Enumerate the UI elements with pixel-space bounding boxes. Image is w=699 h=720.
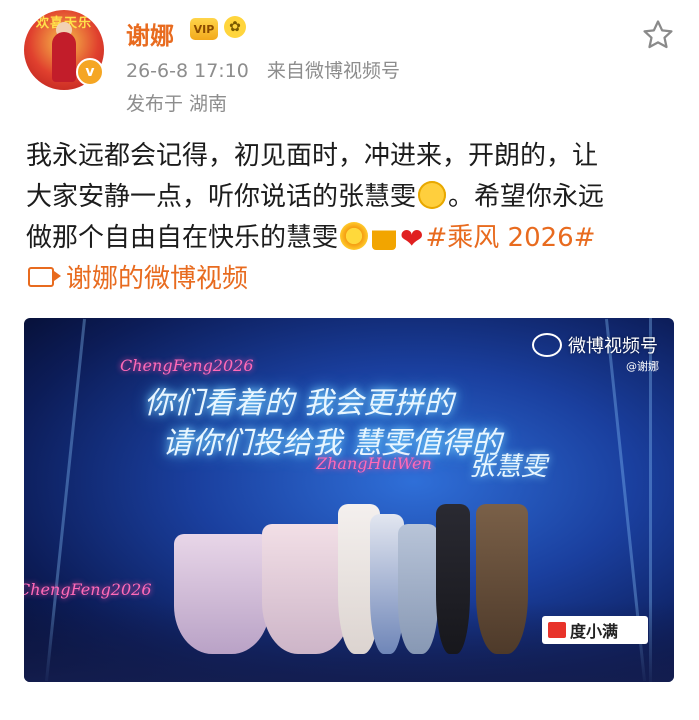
content-line-1: 我永远都会记得，初见面时，冲进来，开朗的，让 — [26, 141, 599, 171]
topic-link[interactable]: #乘风 2026# — [425, 223, 595, 253]
weibo-video-watermark: 微博视频号 — [532, 332, 658, 358]
content-line-3a: 做那个自由自在快乐的慧雯 — [26, 223, 339, 253]
post-meta: 26-6-8 17:10 来自微博视频号 — [126, 56, 400, 83]
video-link-label: 谢娜的微博视频 — [66, 264, 249, 294]
watermark-user: @谢娜 — [626, 360, 659, 373]
video-link[interactable]: 谢娜的微博视频 — [28, 258, 248, 295]
post-time: 26-6-8 17:10 — [126, 60, 249, 82]
sunflower-emoji-icon — [340, 222, 369, 250]
verified-badge-icon: v — [76, 58, 104, 86]
sponsor-logo: 度小满 — [542, 616, 648, 644]
smile-emoji-icon — [418, 181, 447, 209]
beer-emoji-icon — [372, 222, 397, 250]
post-source-link[interactable]: 微博视频号 — [305, 60, 400, 82]
performer — [398, 524, 438, 654]
sponsor-label: 度小满 — [570, 622, 619, 641]
content-line-2: 大家安静一点，听你说话的张慧雯 。希望你永远 — [26, 177, 676, 218]
sponsor-mark-icon — [548, 622, 566, 638]
performer — [476, 504, 528, 654]
author-name[interactable]: 谢娜 — [126, 16, 174, 51]
neon-signature: 张慧雯 — [469, 452, 548, 482]
neon-script-mid: ZhangHuiWen — [316, 454, 432, 473]
avatar-figure — [52, 32, 76, 82]
heart-emoji-icon: ❤ — [400, 222, 424, 255]
content-line-2b: 。希望你永远 — [448, 182, 605, 212]
weibo-logo-icon — [532, 333, 562, 357]
content-line-3: 做那个自由自在快乐的慧雯 ❤#乘风 2026# — [26, 218, 676, 259]
video-camera-icon — [28, 266, 61, 287]
vip-crown-icon[interactable]: VIP — [190, 18, 218, 40]
watermark-label: 微博视频号 — [568, 336, 658, 357]
bottom-bar — [0, 700, 699, 720]
star-outline-icon[interactable] — [641, 18, 675, 52]
neon-text-line-1: 你们看着的 我会更拼的 — [144, 386, 454, 421]
sunflower-badge-icon[interactable]: ✿ — [224, 16, 246, 38]
source-prefix: 来自 — [266, 60, 305, 82]
neon-script-left: ChengFeng2026 — [24, 580, 152, 599]
performer — [174, 534, 270, 654]
performer — [436, 504, 470, 654]
video-player[interactable]: ChengFeng2026 你们看着的 我会更拼的 请你们投给我 慧雯值得的 Z… — [24, 318, 674, 682]
neon-script-top: ChengFeng2026 — [120, 356, 254, 375]
content-line-2a: 大家安静一点，听你说话的张慧雯 — [26, 182, 417, 212]
post-content: 我永远都会记得，初见面时，冲进来，开朗的，让 大家安静一点，听你说话的张慧雯 。希… — [26, 136, 676, 259]
post-location: 发布于 湖南 — [126, 93, 228, 115]
